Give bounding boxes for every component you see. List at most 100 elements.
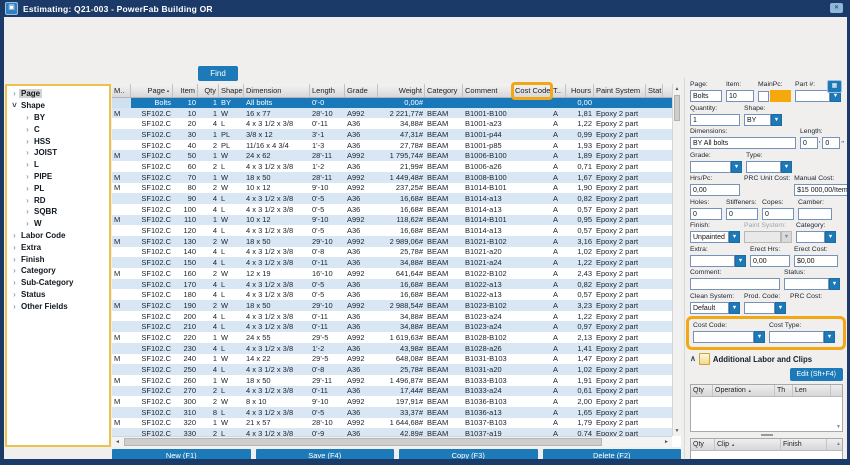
grid-row[interactable]: SF102.C1504L4 x 3 1/2 x 3/80'-11A3634,88… — [112, 257, 672, 268]
tree-item-pipe[interactable]: ›PIPE — [7, 171, 109, 183]
item-field[interactable]: 10 — [726, 90, 754, 102]
scroll-up-icon[interactable]: ▲ — [836, 441, 841, 447]
tree-item-other-fields[interactable]: ›Other Fields — [7, 300, 109, 312]
chevron-right-icon[interactable]: › — [23, 137, 32, 146]
chevron-right-icon[interactable]: › — [23, 160, 32, 169]
horizontal-scroll-thumb[interactable] — [124, 438, 602, 446]
grid-row[interactable]: SF102.C1804L4 x 3 1/2 x 3/80'-5A3616,68#… — [112, 289, 672, 300]
operations-column-len[interactable]: Len — [793, 385, 831, 396]
dropdown-arrow-icon[interactable]: ▼ — [825, 231, 836, 243]
grid-row[interactable]: MSF102.C701W18 x 5028'-11A9921 449,48#BE… — [112, 172, 672, 183]
grid-row[interactable]: MSF102.C501W24 x 6228'-11A9921 795,74#BE… — [112, 150, 672, 161]
horizontal-scrollbar[interactable]: ◄ ► — [112, 436, 672, 447]
close-icon[interactable]: ✕ — [830, 3, 843, 13]
grid-row[interactable]: SF102.C2702L4 x 3 1/2 x 3/80'-11A3617,44… — [112, 386, 672, 397]
holes-field[interactable]: 0 — [690, 208, 722, 220]
chevron-right-icon[interactable]: › — [23, 113, 32, 122]
type-field[interactable] — [746, 161, 781, 173]
category-field[interactable] — [796, 231, 825, 243]
grid-row[interactable]: MSF102.C2401W14 x 2229'-5A992648,08#BEAM… — [112, 354, 672, 365]
grid-row[interactable]: SF102.C1704L4 x 3 1/2 x 3/80'-5A3616,68#… — [112, 279, 672, 290]
length-feet-field[interactable]: 0 — [800, 137, 818, 149]
tree-item-rd[interactable]: ›RD — [7, 194, 109, 206]
tree-item-category[interactable]: ›Category — [7, 265, 109, 277]
collapse-section-icon[interactable]: ∧ — [690, 355, 696, 363]
column-header-grade[interactable]: Grade — [345, 84, 378, 97]
tree-item-sub-category[interactable]: ›Sub-Category — [7, 277, 109, 289]
dropdown-arrow-icon[interactable]: ▼ — [829, 278, 840, 290]
column-header-qty[interactable]: Qty — [198, 84, 219, 97]
edit-labor-button[interactable]: Edit (Sft+F4) — [790, 368, 843, 381]
grade-field[interactable] — [690, 161, 731, 173]
column-header-t[interactable]: T.. — [551, 84, 566, 97]
tree-item-l[interactable]: ›L — [7, 159, 109, 171]
operations-column-qty[interactable]: Qty — [691, 385, 713, 396]
dropdown-arrow-icon[interactable]: ▼ — [754, 331, 765, 343]
erect-hrs-field[interactable]: 0,00 — [750, 255, 790, 267]
prod-code-field[interactable] — [744, 302, 775, 314]
column-header-weight[interactable]: Weight — [378, 84, 425, 97]
chevron-right-icon[interactable]: › — [10, 278, 19, 287]
chevron-right-icon[interactable]: › — [23, 196, 32, 205]
page-field[interactable]: Bolts — [690, 90, 722, 102]
dropdown-arrow-icon[interactable]: ▼ — [729, 302, 740, 314]
grid-row[interactable]: MSF102.C2201W24 x 5529'-5A9921 619,63#BE… — [112, 332, 672, 343]
column-header-m[interactable]: M.. — [112, 84, 131, 97]
part-field[interactable] — [795, 90, 830, 102]
grid-row[interactable]: MSF102.C802W10 x 129'-10A992237,25#BEAMB… — [112, 183, 672, 194]
camber-field[interactable] — [798, 208, 832, 220]
chevron-right-icon[interactable]: › — [23, 125, 32, 134]
tree-item-c[interactable]: ›C — [7, 123, 109, 135]
grid-row[interactable]: SF102.C204L4 x 3 1/2 x 3/80'-11A3634,88#… — [112, 118, 672, 129]
dropdown-arrow-icon[interactable]: ▼ — [824, 331, 835, 343]
column-header-dimension[interactable]: Dimension — [244, 84, 310, 97]
tree-item-labor-code[interactable]: ›Labor Code — [7, 230, 109, 242]
comment-field[interactable] — [690, 278, 780, 290]
extra-field[interactable] — [690, 255, 735, 267]
vertical-scroll-thumb[interactable] — [674, 95, 680, 121]
length-inches-field[interactable]: 0 — [822, 137, 840, 149]
finish-field[interactable]: Unpainted — [690, 231, 729, 243]
chevron-right-icon[interactable]: › — [10, 290, 19, 299]
grid-row[interactable]: SF102.C2104L4 x 3 1/2 x 3/80'-11A3634,88… — [112, 321, 672, 332]
cost-type-field[interactable] — [769, 331, 824, 343]
grid-row[interactable]: SF102.C3302L4 x 3 1/2 x 3/80'-9A3642,89#… — [112, 428, 672, 436]
column-header-comment[interactable]: Comment — [463, 84, 513, 97]
grid-row[interactable]: MSF102.C1302W18 x 5029'-10A9922 989,06#B… — [112, 236, 672, 247]
expand-panel-icon[interactable]: ▦ — [827, 80, 842, 93]
scroll-up-icon[interactable]: ▲ — [673, 84, 681, 94]
grid-row[interactable]: SF102.C301PL3/8 x 123'-1A3647,31#BEAMB10… — [112, 129, 672, 140]
grid-row[interactable]: SF102.C402PL11/16 x 4 3/41'-3A3627,78#BE… — [112, 140, 672, 151]
grid-row[interactable]: SF102.C1204L4 x 3 1/2 x 3/80'-5A3616,68#… — [112, 225, 672, 236]
tree-item-pl[interactable]: ›PL — [7, 182, 109, 194]
paint-system-field[interactable] — [744, 231, 781, 243]
operations-grid-body[interactable] — [691, 397, 842, 431]
chevron-right-icon[interactable]: › — [23, 148, 32, 157]
grid-row[interactable]: SF102.C2304L4 x 3 1/2 x 3/81'-2A3643,98#… — [112, 343, 672, 354]
tree-item-sqbr[interactable]: ›SQBR — [7, 206, 109, 218]
mainpc-checkbox[interactable] — [758, 91, 769, 102]
tree-item-shape[interactable]: ˅Shape — [7, 100, 109, 112]
clips-column-finish[interactable]: Finish — [781, 439, 827, 450]
find-button[interactable]: Find — [198, 66, 238, 81]
chevron-down-icon[interactable]: ˅ — [10, 101, 19, 110]
dropdown-arrow-icon[interactable]: ▼ — [781, 231, 792, 243]
grid-row[interactable]: SF102.C2004L4 x 3 1/2 x 3/80'-11A3634,88… — [112, 311, 672, 322]
chevron-right-icon[interactable]: › — [10, 231, 19, 240]
chevron-right-icon[interactable]: › — [23, 219, 32, 228]
scroll-left-icon[interactable]: ◄ — [112, 437, 123, 447]
chevron-right-icon[interactable]: › — [10, 243, 19, 252]
grid-row[interactable]: SF102.C2504L4 x 3 1/2 x 3/80'-8A3625,78#… — [112, 364, 672, 375]
chevron-right-icon[interactable]: › — [23, 172, 32, 181]
column-header-cost-code[interactable]: Cost Code — [513, 84, 551, 97]
grid-row[interactable]: SF102.C1404L4 x 3 1/2 x 3/80'-8A3625,78#… — [112, 247, 672, 258]
grid-row[interactable]: MSF102.C2601W18 x 5029'-11A9921 496,87#B… — [112, 375, 672, 386]
clean-system-field[interactable]: Default — [690, 302, 729, 314]
status-field[interactable] — [784, 278, 829, 290]
dropdown-arrow-icon[interactable]: ▼ — [771, 114, 782, 126]
vertical-scrollbar[interactable]: ▲ ▼ — [672, 84, 681, 436]
column-header-hours[interactable]: Hours — [566, 84, 594, 97]
operations-column-operation[interactable]: Operation▲ — [713, 385, 775, 396]
grid-row[interactable]: MSF102.C3002W8 x 109'-10A992197,91#BEAMB… — [112, 396, 672, 407]
grid-row[interactable]: MSF102.C1602W12 x 1916'-10A992641,64#BEA… — [112, 268, 672, 279]
